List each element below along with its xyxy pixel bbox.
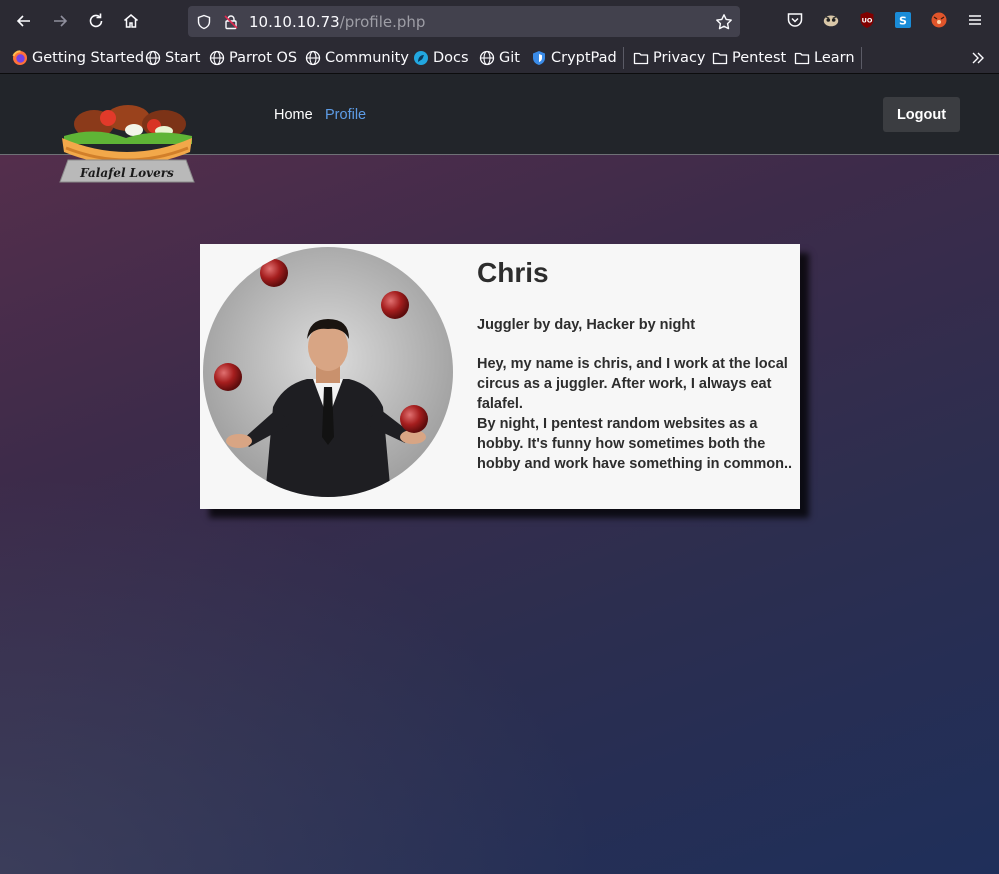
profile-card: Chris Juggler by day, Hacker by night He… — [200, 244, 800, 509]
bookmark-label: Docs — [433, 50, 469, 66]
cryptpad-icon — [533, 51, 545, 65]
nav-profile-link[interactable]: Profile — [325, 107, 366, 123]
bookmark-star-icon[interactable] — [714, 12, 734, 32]
logo-text: Falafel Lovers — [79, 166, 174, 180]
folder-icon — [794, 52, 810, 65]
bookmark-parrot-os[interactable]: Parrot OS — [209, 48, 297, 68]
home-icon — [124, 14, 138, 28]
bookmark-folder-privacy[interactable]: Privacy — [633, 48, 706, 68]
folder-icon — [633, 52, 649, 65]
svg-text:UO: UO — [862, 17, 873, 25]
home-button[interactable] — [118, 8, 144, 34]
falafel-lovers-logo[interactable]: Falafel Lovers — [56, 104, 198, 184]
bookmark-label: Getting Started — [32, 50, 145, 66]
bookmark-docs[interactable]: Docs — [413, 48, 469, 68]
url-bar[interactable]: 10.10.10.73/profile.php — [188, 6, 740, 37]
reload-button[interactable] — [83, 8, 109, 34]
chevron-double-right-icon — [972, 52, 984, 64]
profile-bio: Hey, my name is chris, and I work at the… — [477, 354, 799, 474]
bookmark-label: Community — [325, 50, 409, 66]
bookmark-label: Pentest — [732, 50, 787, 66]
logout-button[interactable]: Logout — [883, 97, 960, 132]
bookmarks-separator — [861, 47, 862, 69]
arrow-right-icon — [54, 15, 68, 27]
url-text[interactable]: 10.10.10.73/profile.php — [249, 13, 425, 31]
folder-icon — [712, 52, 728, 65]
globe-icon — [479, 50, 495, 66]
page-content: Home Profile Logout Falafel Lovers Chris… — [0, 74, 999, 874]
bookmark-label: CryptPad — [551, 50, 617, 66]
parrot-docs-icon — [414, 51, 428, 65]
bookmark-label: Parrot OS — [229, 50, 298, 66]
reload-icon — [89, 13, 103, 28]
bookmark-label: Privacy — [653, 50, 706, 66]
forward-button[interactable] — [47, 8, 73, 34]
bookmark-label: Start — [165, 50, 201, 66]
bookmarks-toolbar: Getting Started Start Parrot OS Communit… — [0, 42, 999, 74]
profile-tagline: Juggler by day, Hacker by night — [477, 317, 696, 333]
globe-icon — [305, 50, 321, 66]
nav-home-link[interactable]: Home — [274, 107, 313, 123]
ublock-origin-icon[interactable]: UO — [858, 11, 876, 29]
foxyproxy-icon[interactable] — [930, 11, 948, 29]
bookmark-folder-learn[interactable]: Learn — [794, 48, 855, 68]
profile-bio-line: Hey, my name is chris, and I work at the… — [477, 356, 788, 412]
extension-s-icon[interactable]: S — [894, 11, 912, 29]
firefox-icon — [12, 50, 27, 65]
bookmark-git[interactable]: Git — [479, 48, 520, 68]
bookmark-community[interactable]: Community — [305, 48, 409, 68]
bookmarks-overflow-button[interactable] — [970, 48, 986, 68]
arrow-left-icon — [16, 15, 30, 27]
profile-name: Chris — [477, 257, 549, 288]
profile-avatar — [203, 247, 453, 497]
url-host: 10.10.10.73 — [249, 13, 340, 31]
bookmark-label: Learn — [814, 50, 855, 66]
url-path: /profile.php — [339, 13, 426, 31]
svg-text:S: S — [899, 15, 907, 28]
extension-bird-icon[interactable] — [822, 11, 840, 29]
insecure-lock-icon[interactable] — [221, 12, 241, 32]
bookmark-folder-pentest[interactable]: Pentest — [712, 48, 786, 68]
browser-toolbar: 10.10.10.73/profile.php UO S — [0, 0, 999, 42]
bookmark-getting-started[interactable]: Getting Started — [12, 48, 144, 68]
bookmark-cryptpad[interactable]: CryptPad — [531, 48, 617, 68]
bookmarks-separator — [623, 47, 624, 69]
menu-hamburger-icon[interactable] — [966, 11, 984, 29]
globe-icon — [209, 50, 225, 66]
pocket-icon[interactable] — [786, 11, 804, 29]
bookmark-label: Git — [499, 50, 520, 66]
globe-icon — [145, 50, 161, 66]
profile-bio-line: By night, I pentest random websites as a… — [477, 416, 793, 472]
shield-icon[interactable] — [194, 12, 214, 32]
bookmark-start[interactable]: Start — [145, 48, 200, 68]
back-button[interactable] — [11, 8, 37, 34]
